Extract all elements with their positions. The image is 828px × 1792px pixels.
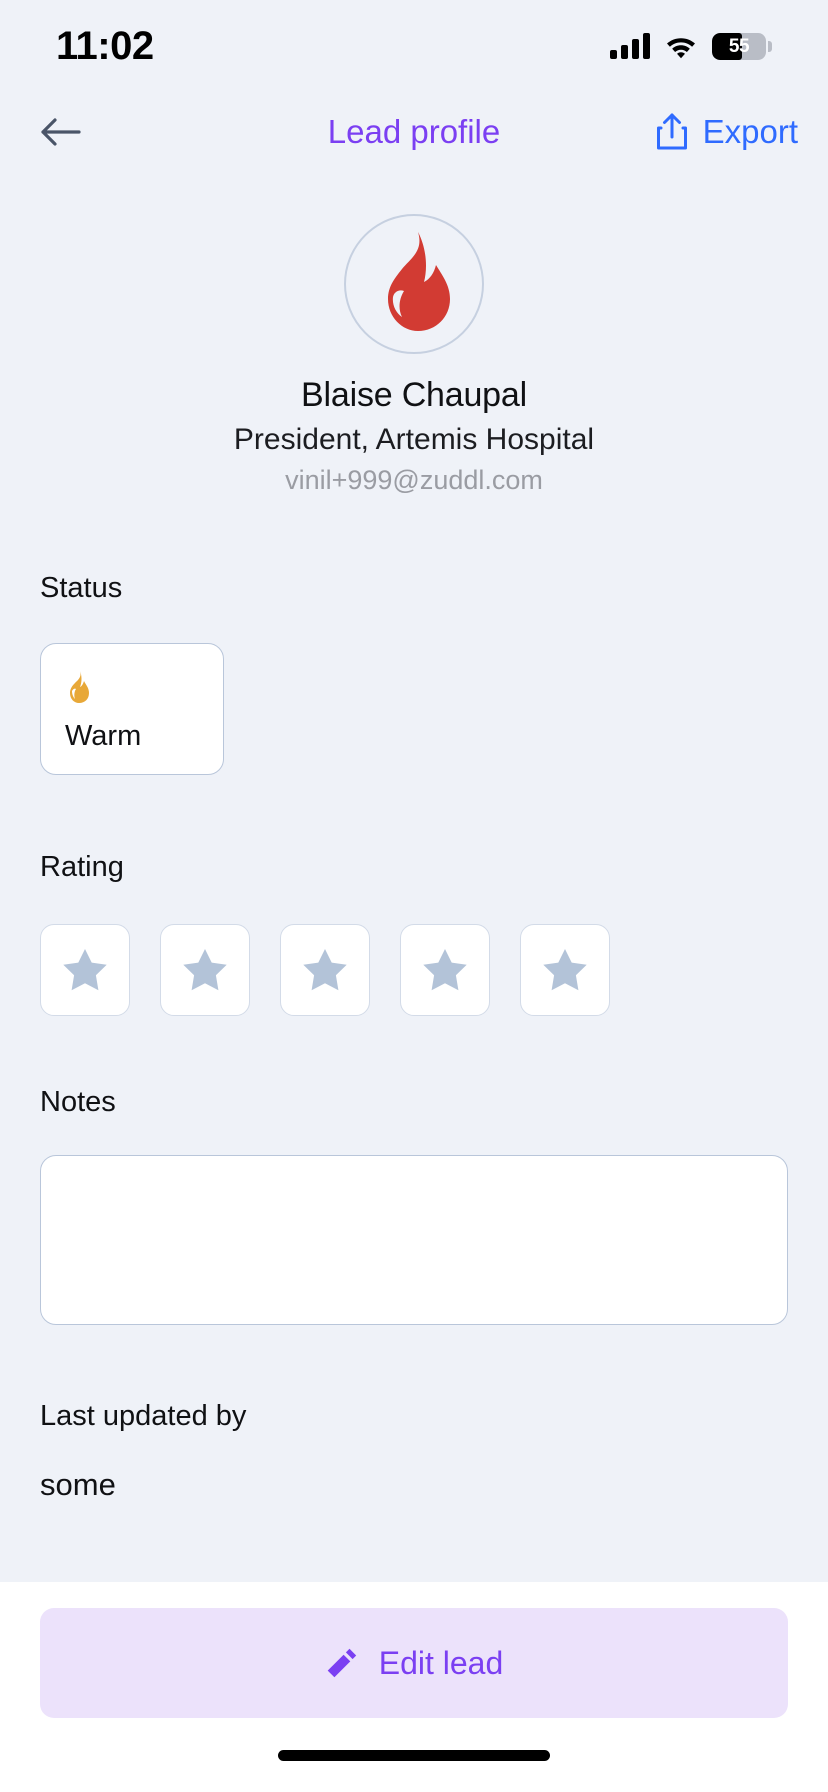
flame-icon: [388, 232, 450, 331]
star-icon: [543, 949, 587, 991]
star-icon: [63, 949, 107, 991]
status-bar-time: 11:02: [56, 23, 154, 68]
profile-header: Blaise Chaupal President, Artemis Hospit…: [40, 172, 788, 496]
share-upload-icon: [656, 113, 687, 150]
star-icon: [423, 949, 467, 991]
export-label: Export: [702, 113, 798, 150]
arrow-left-icon: [41, 118, 81, 146]
status-option-warm[interactable]: Warm: [40, 643, 224, 775]
star-icon: [303, 949, 347, 991]
rating-star-4[interactable]: [400, 924, 490, 1016]
battery-percent-label: 55: [728, 35, 750, 57]
pencil-icon: [327, 1648, 356, 1678]
wifi-icon: [664, 33, 698, 59]
status-bar: 11:02 55: [0, 0, 828, 92]
lead-profile-screen: 11:02 55 Lead profile Export Blaise Chau…: [0, 0, 828, 1792]
last-updated-label: Last updated by: [40, 1400, 247, 1432]
last-updated-value: some: [40, 1467, 116, 1502]
notes-input[interactable]: [40, 1155, 788, 1325]
rating-star-1[interactable]: [40, 924, 130, 1016]
nav-bar: Lead profile Export: [0, 92, 828, 172]
rating-section-label: Rating: [40, 851, 124, 883]
notes-section-label: Notes: [40, 1086, 116, 1118]
battery-cap: [768, 40, 772, 52]
flame-icon: [65, 670, 199, 704]
bottom-action-bar: Edit lead: [0, 1582, 828, 1792]
home-indicator-area: [40, 1718, 788, 1792]
back-button[interactable]: [30, 102, 90, 162]
rating-star-5[interactable]: [520, 924, 610, 1016]
edit-lead-button[interactable]: Edit lead: [40, 1608, 788, 1718]
rating-stars: [40, 924, 788, 1016]
rating-star-2[interactable]: [160, 924, 250, 1016]
status-options: Warm: [40, 643, 788, 775]
export-button[interactable]: Export: [655, 112, 798, 152]
star-icon: [183, 949, 227, 991]
cellular-signal-icon: [610, 33, 650, 59]
lead-name: Blaise Chaupal: [301, 376, 527, 414]
status-bar-indicators: 55: [610, 32, 772, 60]
avatar: [344, 214, 484, 354]
battery-indicator: 55: [712, 32, 772, 60]
home-indicator[interactable]: [278, 1749, 550, 1761]
edit-lead-label: Edit lead: [378, 1644, 504, 1681]
rating-star-3[interactable]: [280, 924, 370, 1016]
status-section-label: Status: [40, 572, 123, 604]
profile-scroll-content[interactable]: Blaise Chaupal President, Artemis Hospit…: [0, 172, 828, 1582]
status-option-label: Warm: [65, 720, 142, 752]
lead-email: vinil+999@zuddl.com: [285, 465, 543, 495]
lead-role: President, Artemis Hospital: [233, 423, 595, 456]
